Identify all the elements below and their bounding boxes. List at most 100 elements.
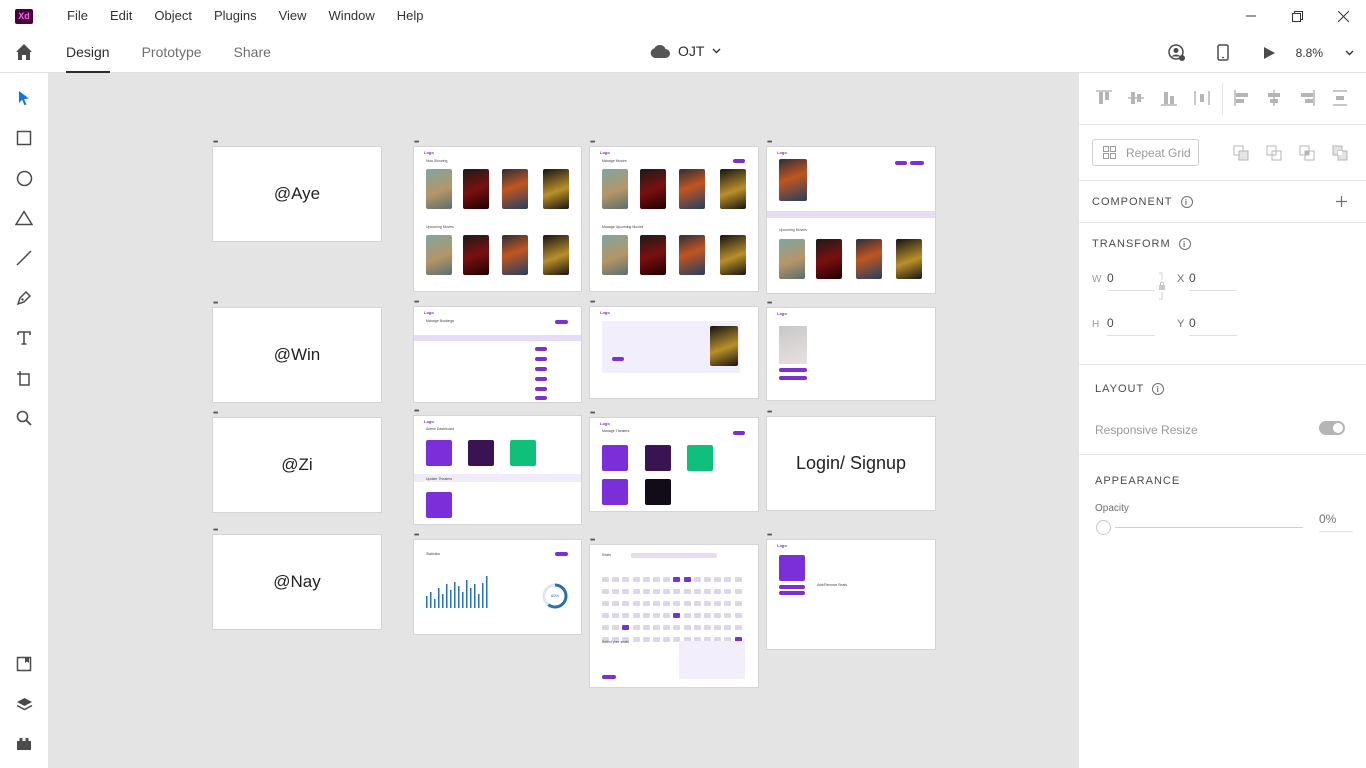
artboard-seat-selection[interactable]: ••• Seats Select your seats (589, 537, 759, 688)
artboard-aye[interactable]: ••• @Aye (212, 139, 382, 242)
mini-heading: Manage Upcoming Movies (602, 225, 644, 229)
artboard-handle[interactable]: ••• (414, 408, 419, 415)
artboard-handle[interactable]: ••• (590, 299, 595, 306)
repeat-grid-button[interactable]: Repeat Grid (1092, 139, 1199, 166)
opacity-input[interactable]: 0% (1319, 512, 1353, 532)
line-tool[interactable] (14, 248, 34, 268)
tab-prototype[interactable]: Prototype (142, 32, 202, 73)
artboard-manage-movies[interactable]: ••• Logo Manage Movies Manage Upcoming M… (589, 139, 759, 292)
align-bottom-icon[interactable] (1160, 89, 1178, 107)
ellipse-tool[interactable] (14, 168, 34, 188)
home-button[interactable] (14, 42, 34, 62)
artboard-handle[interactable]: ••• (414, 139, 419, 146)
artboard-login-signup[interactable]: ••• Login/ Signup (766, 409, 936, 511)
artboard-profile[interactable]: ••• Logo (766, 300, 936, 401)
artboard-handle[interactable]: ••• (213, 527, 218, 534)
preview-play-button[interactable] (1246, 32, 1292, 73)
align-top-icon[interactable] (1095, 89, 1113, 107)
zoom-dropdown[interactable]: 8.8% (1296, 46, 1354, 60)
pen-tool[interactable] (14, 288, 34, 308)
artboard-now-showing[interactable]: ••• Logo Now Showing Upcoming Movies (413, 139, 582, 292)
title-menu-bar: Xd File Edit Object Plugins View Window … (0, 0, 1366, 32)
artboard-handle[interactable]: ••• (590, 139, 595, 146)
boolean-intersect-icon[interactable] (1299, 145, 1315, 161)
seat (602, 625, 609, 630)
opacity-slider-knob[interactable] (1096, 520, 1111, 535)
align-middle-icon[interactable] (1127, 89, 1145, 107)
info-icon[interactable]: i (1180, 196, 1193, 208)
artboard-handle[interactable]: ••• (767, 409, 772, 416)
rectangle-tool[interactable] (14, 128, 34, 148)
design-canvas[interactable]: ••• @Aye ••• @Win ••• @Zi ••• @Nay ••• L… (48, 73, 1078, 768)
plugins-panel-button[interactable] (14, 734, 34, 754)
artboard-win[interactable]: ••• @Win (212, 300, 382, 403)
artboard-tool[interactable] (14, 368, 34, 388)
lock-aspect-icon[interactable] (1158, 272, 1166, 300)
invite-user-button[interactable] (1154, 32, 1200, 73)
align-center-icon[interactable] (1265, 89, 1283, 107)
opacity-slider-track[interactable] (1115, 527, 1303, 528)
distribute-horizontal-icon[interactable] (1193, 89, 1211, 107)
assets-panel-button[interactable] (14, 654, 34, 674)
document-title-dropdown[interactable]: OJT (650, 43, 721, 59)
boolean-subtract-icon[interactable] (1266, 145, 1282, 161)
info-icon[interactable]: i (1152, 383, 1165, 395)
movie-poster (679, 169, 705, 209)
artboard-admin-dashboard[interactable]: ••• Logo Admin Dashboard Update Theaters (413, 408, 582, 525)
zoom-tool[interactable] (14, 408, 34, 428)
height-input[interactable]: 0 (1107, 316, 1155, 336)
tab-design[interactable]: Design (66, 32, 110, 73)
artboard-handle[interactable]: ••• (213, 410, 218, 417)
minimize-button[interactable] (1228, 0, 1274, 32)
responsive-resize-toggle[interactable] (1319, 421, 1345, 435)
width-input[interactable]: 0 (1107, 271, 1155, 291)
close-button[interactable] (1320, 0, 1366, 32)
text-tool[interactable] (14, 328, 34, 348)
artboard-nay[interactable]: ••• @Nay (212, 527, 382, 630)
polygon-tool[interactable] (14, 208, 34, 228)
artboard-zi[interactable]: ••• @Zi (212, 410, 382, 513)
restore-button[interactable] (1274, 0, 1320, 32)
y-input[interactable]: 0 (1189, 316, 1237, 336)
artboard-handle[interactable]: ••• (767, 300, 772, 307)
window-controls (1228, 0, 1366, 32)
artboard-handle[interactable]: ••• (590, 537, 595, 544)
artboard-manage-bookings[interactable]: ••• Logo Manage Bookings (413, 299, 582, 403)
plus-icon[interactable] (1336, 196, 1347, 207)
align-left-icon[interactable] (1233, 89, 1251, 107)
mini-heading: Update Theaters (426, 477, 453, 481)
menu-edit[interactable]: Edit (99, 0, 143, 32)
artboard-handle[interactable]: ••• (767, 139, 772, 146)
artboard-manage-theaters[interactable]: ••• Logo Manage Theaters (589, 410, 759, 512)
menu-help[interactable]: Help (386, 0, 435, 32)
artboard-movie-detail[interactable]: ••• Logo Upcoming Movies (766, 139, 936, 294)
menu-view[interactable]: View (268, 0, 318, 32)
menu-file[interactable]: File (56, 0, 99, 32)
seat (704, 625, 711, 630)
artboard-handle[interactable]: ••• (213, 139, 218, 146)
component-title: COMPONENT i (1092, 196, 1193, 208)
device-preview-button[interactable] (1200, 32, 1246, 73)
artboard-handle[interactable]: ••• (213, 300, 218, 307)
mini-row-button (535, 387, 547, 391)
artboard-handle[interactable]: ••• (590, 410, 595, 417)
artboard-handle[interactable]: ••• (414, 532, 419, 539)
boolean-add-icon[interactable] (1233, 145, 1249, 161)
artboard-add-remove-seats[interactable]: ••• Logo Add/Remove Seats (766, 532, 936, 650)
boolean-exclude-icon[interactable] (1332, 145, 1348, 161)
x-input[interactable]: 0 (1189, 271, 1237, 291)
tab-share[interactable]: Share (234, 32, 271, 73)
distribute-vertical-icon[interactable] (1331, 89, 1349, 107)
menu-object[interactable]: Object (143, 0, 203, 32)
mini-add-button (733, 159, 745, 163)
artboard-statistics[interactable]: ••• Statistics 60% (413, 532, 582, 635)
artboard-booking-confirm[interactable]: ••• Logo (589, 299, 759, 399)
layers-panel-button[interactable] (14, 694, 34, 714)
menu-window[interactable]: Window (318, 0, 386, 32)
align-right-icon[interactable] (1298, 89, 1316, 107)
info-icon[interactable]: i (1178, 238, 1191, 250)
select-tool[interactable] (14, 88, 34, 108)
menu-plugins[interactable]: Plugins (203, 0, 268, 32)
artboard-handle[interactable]: ••• (767, 532, 772, 539)
artboard-handle[interactable]: ••• (414, 299, 419, 306)
